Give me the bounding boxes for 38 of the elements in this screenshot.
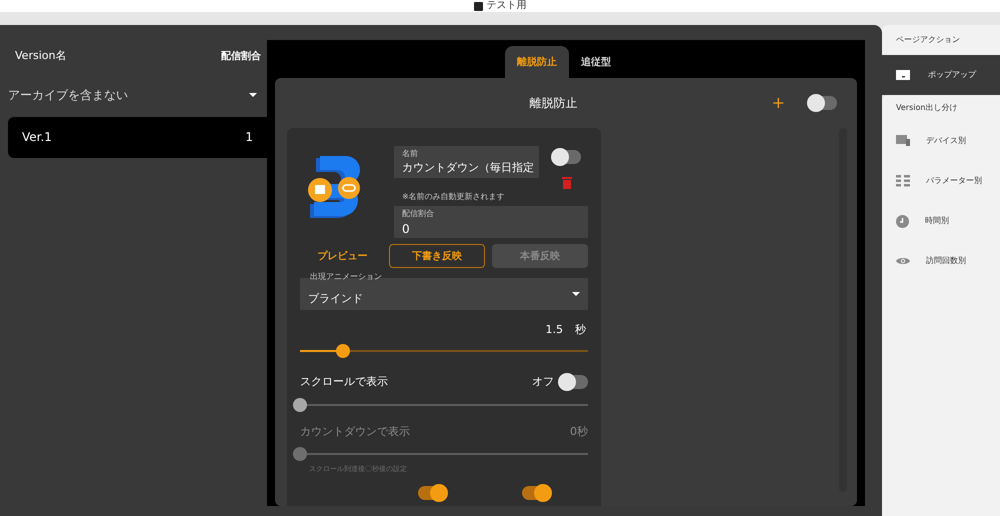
sidebar-item[interactable]: ポップアップ xyxy=(882,55,1000,95)
slider-thumb[interactable] xyxy=(293,398,307,412)
slider-thumb[interactable] xyxy=(336,344,350,358)
devices-icon xyxy=(896,135,910,147)
column-header: Version名 xyxy=(15,48,66,64)
archive-filter-dropdown[interactable]: アーカイブを含まない xyxy=(0,82,267,106)
ratio-field[interactable]: 配信割合 0 xyxy=(394,206,588,238)
toggle-switch[interactable] xyxy=(809,96,837,110)
countdown-value: 0秒 xyxy=(570,424,588,440)
panel-title: 離脱防止 xyxy=(528,95,578,112)
toggle-switch[interactable] xyxy=(553,150,581,164)
countdown-label: カウントダウンで表示 xyxy=(300,424,410,440)
trash-icon[interactable] xyxy=(562,176,572,189)
version-row[interactable]: Ver.1 1 xyxy=(8,116,267,158)
tab[interactable]: 離脱防止 xyxy=(505,46,569,78)
preview-button[interactable]: プレビュー xyxy=(300,244,386,268)
add-button[interactable]: + xyxy=(772,91,785,115)
header-label: テスト用 xyxy=(486,0,526,12)
column-header: 配信割合 xyxy=(221,50,261,64)
eye-icon xyxy=(896,256,910,266)
duration-value: 1.5 xyxy=(546,322,563,338)
clock-icon xyxy=(896,214,909,228)
section-header: Version出し分け xyxy=(895,102,958,114)
window-icon xyxy=(896,70,910,80)
draft-button[interactable]: 下書き反映 xyxy=(389,244,486,268)
toggle-switch[interactable] xyxy=(560,374,588,389)
section-header: ページアクション xyxy=(882,25,1000,55)
name-field[interactable]: 名前 カウントダウン（毎日指定 xyxy=(394,146,539,178)
version-name: Ver.1 xyxy=(22,129,52,146)
grid-icon xyxy=(896,175,910,187)
toggle-switch[interactable] xyxy=(418,486,446,500)
toggle-switch[interactable] xyxy=(522,486,550,500)
note-text: ※名前のみ自動更新されます xyxy=(402,191,506,203)
toggle-state-label: オフ xyxy=(532,374,554,390)
square-icon xyxy=(474,2,482,10)
scroll-label: スクロールで表示 xyxy=(300,374,388,390)
duration-unit: 秒 xyxy=(575,322,586,338)
version-ratio: 1 xyxy=(245,129,253,146)
